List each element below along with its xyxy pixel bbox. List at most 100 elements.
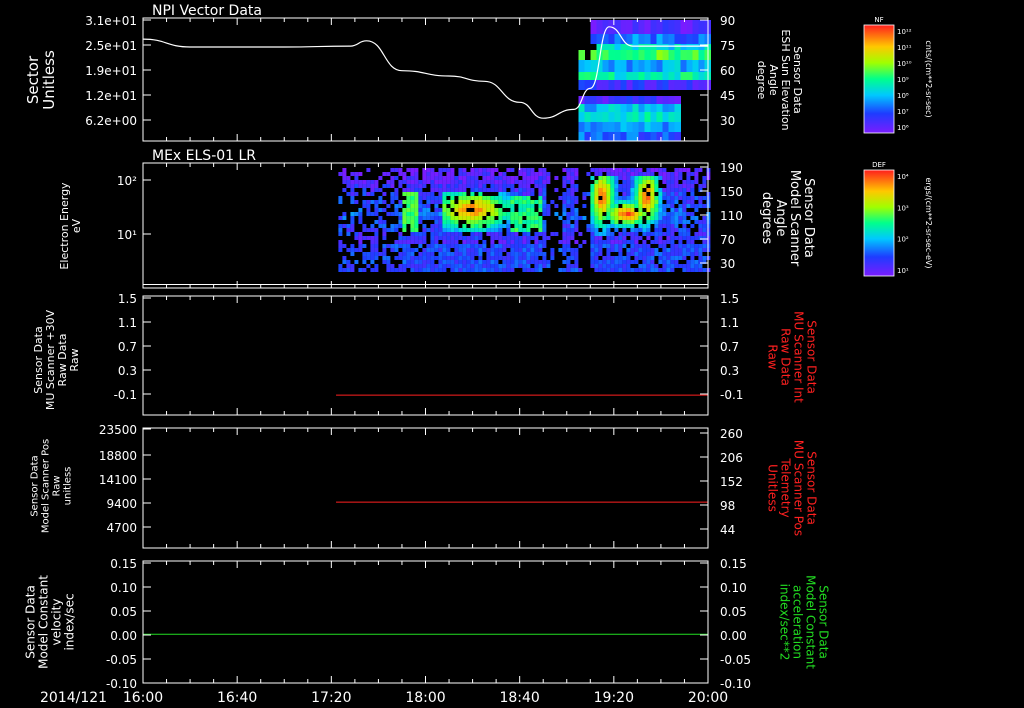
els-spectrogram-cell — [506, 252, 511, 256]
els-spectrogram-cell — [386, 268, 391, 272]
npi-spectrogram-cell — [632, 60, 639, 72]
els-spectrogram-cell — [402, 208, 407, 212]
els-spectrogram-cell — [390, 168, 395, 172]
els-spectrogram-cell — [590, 236, 595, 240]
npi-spectrogram-cell — [680, 44, 687, 50]
right-tick-label: -0.05 — [720, 653, 751, 667]
els-spectrogram-cell — [382, 252, 387, 256]
npi-spectrogram-cell — [632, 50, 639, 60]
els-spectrogram-cell — [638, 224, 643, 228]
els-spectrogram-cell — [430, 196, 435, 200]
els-spectrogram-cell — [646, 228, 651, 232]
els-spectrogram-cell — [422, 176, 427, 180]
right-axis-label: Telemetry — [779, 457, 793, 517]
els-spectrogram-cell — [506, 240, 511, 244]
els-spectrogram-cell — [670, 264, 675, 268]
els-spectrogram-cell — [510, 256, 515, 260]
els-spectrogram-cell — [450, 236, 455, 240]
els-spectrogram-cell — [686, 240, 691, 244]
els-spectrogram-cell — [538, 232, 543, 236]
els-spectrogram-cell — [414, 208, 419, 212]
npi-spectrogram-cell — [638, 96, 645, 104]
els-spectrogram-cell — [438, 212, 443, 216]
npi-spectrogram-cell — [578, 80, 585, 90]
els-spectrogram-cell — [454, 188, 459, 192]
els-spectrogram-cell — [606, 228, 611, 232]
els-spectrogram-cell — [410, 180, 415, 184]
els-spectrogram-cell — [414, 176, 419, 180]
els-spectrogram-cell — [370, 252, 375, 256]
els-spectrogram-cell — [566, 240, 571, 244]
els-spectrogram-cell — [474, 196, 479, 200]
els-spectrogram-cell — [350, 188, 355, 192]
els-spectrogram-cell — [466, 216, 471, 220]
els-spectrogram-cell — [530, 176, 535, 180]
els-spectrogram-cell — [382, 248, 387, 252]
els-spectrogram-cell — [626, 196, 631, 200]
npi-spectrogram-cell — [686, 80, 693, 90]
els-spectrogram-cell — [538, 228, 543, 232]
right-axis-label: Raw — [766, 344, 780, 369]
els-spectrogram-cell — [446, 184, 451, 188]
els-spectrogram-cell — [486, 204, 491, 208]
els-spectrogram-cell — [538, 260, 543, 264]
els-spectrogram-cell — [606, 252, 611, 256]
els-spectrogram-cell — [518, 244, 523, 248]
els-spectrogram-cell — [410, 224, 415, 228]
els-spectrogram-cell — [506, 212, 511, 216]
els-spectrogram-cell — [542, 188, 547, 192]
els-spectrogram-cell — [558, 248, 563, 252]
els-spectrogram-cell — [530, 200, 535, 204]
npi-spectrogram-cell — [662, 112, 669, 122]
els-spectrogram-cell — [458, 232, 463, 236]
els-spectrogram-cell — [462, 228, 467, 232]
right-tick-label: 90 — [720, 14, 735, 28]
els-spectrogram-cell — [502, 184, 507, 188]
els-spectrogram-cell — [598, 180, 603, 184]
els-spectrogram-cell — [670, 240, 675, 244]
els-spectrogram-cell — [418, 256, 423, 260]
npi-spectrogram-cell — [638, 122, 645, 132]
els-spectrogram-cell — [526, 196, 531, 200]
els-spectrogram-cell — [458, 204, 463, 208]
els-spectrogram-cell — [442, 220, 447, 224]
els-spectrogram-cell — [434, 200, 439, 204]
npi-spectrogram-cell — [614, 50, 621, 60]
right-axis-label: Sensor Data — [805, 451, 819, 525]
els-spectrogram-cell — [406, 168, 411, 172]
els-spectrogram-cell — [450, 244, 455, 248]
els-spectrogram-cell — [694, 204, 699, 208]
els-spectrogram-cell — [650, 252, 655, 256]
els-spectrogram-cell — [630, 240, 635, 244]
els-spectrogram-cell — [390, 184, 395, 188]
npi-spectrogram-cell — [638, 72, 645, 80]
els-spectrogram-cell — [590, 188, 595, 192]
els-spectrogram-cell — [454, 264, 459, 268]
els-spectrogram-cell — [534, 268, 539, 272]
els-spectrogram-cell — [422, 256, 427, 260]
els-spectrogram-cell — [690, 240, 695, 244]
els-spectrogram-cell — [514, 196, 519, 200]
els-spectrogram-cell — [686, 244, 691, 248]
els-spectrogram-cell — [454, 224, 459, 228]
els-spectrogram-cell — [638, 208, 643, 212]
els-spectrogram-cell — [662, 208, 667, 212]
npi-spectrogram-cell — [608, 44, 615, 50]
els-spectrogram-cell — [350, 224, 355, 228]
els-spectrogram-cell — [538, 208, 543, 212]
els-spectrogram-cell — [354, 184, 359, 188]
els-spectrogram-cell — [426, 264, 431, 268]
els-spectrogram-cell — [598, 264, 603, 268]
els-spectrogram-cell — [690, 184, 695, 188]
npi-spectrogram-cell — [668, 44, 675, 50]
els-spectrogram-cell — [690, 248, 695, 252]
els-spectrogram-cell — [630, 228, 635, 232]
els-spectrogram-cell — [374, 240, 379, 244]
els-spectrogram-cell — [494, 260, 499, 264]
els-spectrogram-cell — [566, 200, 571, 204]
els-spectrogram-cell — [570, 224, 575, 228]
colorbar-1 — [863, 24, 895, 134]
right-tick-label: 0.05 — [720, 605, 747, 619]
els-spectrogram-cell — [522, 260, 527, 264]
els-spectrogram-cell — [418, 200, 423, 204]
